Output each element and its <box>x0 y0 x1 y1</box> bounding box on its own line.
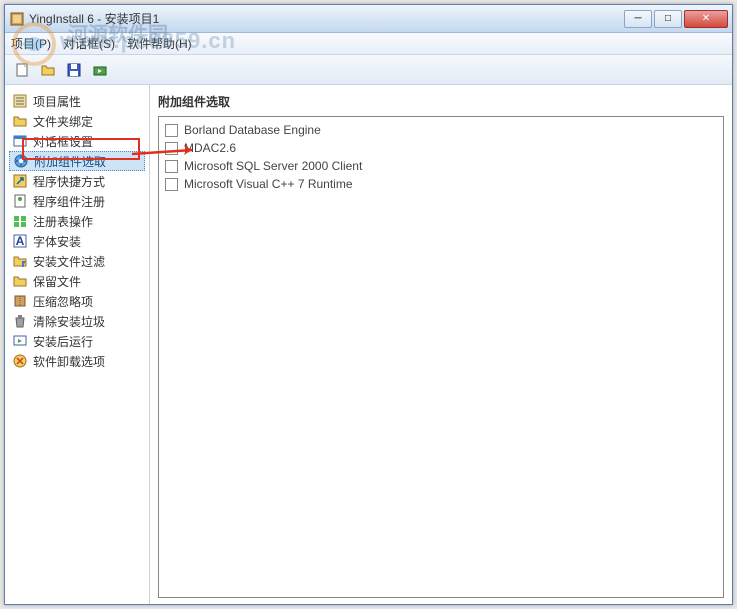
checkbox[interactable] <box>165 178 178 191</box>
build-button[interactable] <box>89 59 111 81</box>
keep-icon <box>12 273 28 289</box>
menu-dialog[interactable]: 对话框(S) <box>63 35 115 52</box>
filter-icon <box>12 253 28 269</box>
component-list: Borland Database Engine MDAC2.6 Microsof… <box>158 116 724 598</box>
sidebar-label: 保留文件 <box>33 273 81 290</box>
sidebar-item-properties[interactable]: 项目属性 <box>9 91 145 111</box>
compress-icon <box>12 293 28 309</box>
properties-icon <box>12 93 28 109</box>
shortcut-icon <box>12 173 28 189</box>
sidebar-label: 安装文件过滤 <box>33 253 105 270</box>
content-area: 项目属性 文件夹绑定 对话框设置 附加组件选取 程序快捷方式 程序组件注册 <box>5 85 732 604</box>
minimize-button[interactable]: ─ <box>624 10 652 28</box>
app-window: YingInstall 6 - 安装项目1 ─ □ ✕ 项目(P) 对话框(S)… <box>4 4 733 605</box>
clean-icon <box>12 313 28 329</box>
sidebar-label: 程序快捷方式 <box>33 173 105 190</box>
sidebar-label: 注册表操作 <box>33 213 93 230</box>
menubar: 项目(P) 对话框(S) 软件帮助(H) <box>5 33 732 55</box>
sidebar-item-shortcut[interactable]: 程序快捷方式 <box>9 171 145 191</box>
sidebar-label: 对话框设置 <box>33 133 93 150</box>
close-button[interactable]: ✕ <box>684 10 728 28</box>
component-icon <box>13 153 29 169</box>
list-item[interactable]: Microsoft SQL Server 2000 Client <box>165 157 717 175</box>
sidebar-item-register[interactable]: 程序组件注册 <box>9 191 145 211</box>
sidebar-item-components[interactable]: 附加组件选取 <box>9 151 145 171</box>
register-icon <box>12 193 28 209</box>
app-icon <box>9 11 25 27</box>
font-icon: A <box>12 233 28 249</box>
svg-text:A: A <box>16 234 25 248</box>
sidebar-item-compress[interactable]: 压缩忽略项 <box>9 291 145 311</box>
sidebar-label: 字体安装 <box>33 233 81 250</box>
maximize-button[interactable]: □ <box>654 10 682 28</box>
sidebar-label: 项目属性 <box>33 93 81 110</box>
uninstall-icon <box>12 353 28 369</box>
window-title: YingInstall 6 - 安装项目1 <box>29 10 624 27</box>
list-item[interactable]: MDAC2.6 <box>165 139 717 157</box>
save-button[interactable] <box>63 59 85 81</box>
sidebar-label: 文件夹绑定 <box>33 113 93 130</box>
sidebar-item-dialog[interactable]: 对话框设置 <box>9 131 145 151</box>
sidebar-label: 安装后运行 <box>33 333 93 350</box>
sidebar-label: 程序组件注册 <box>33 193 105 210</box>
list-item[interactable]: Borland Database Engine <box>165 121 717 139</box>
sidebar-item-keep[interactable]: 保留文件 <box>9 271 145 291</box>
sidebar: 项目属性 文件夹绑定 对话框设置 附加组件选取 程序快捷方式 程序组件注册 <box>5 85 150 604</box>
component-label: Microsoft SQL Server 2000 Client <box>184 159 362 173</box>
folder-icon <box>12 113 28 129</box>
open-button[interactable] <box>37 59 59 81</box>
component-label: MDAC2.6 <box>184 141 236 155</box>
titlebar[interactable]: YingInstall 6 - 安装项目1 ─ □ ✕ <box>5 5 732 33</box>
registry-icon <box>12 213 28 229</box>
window-controls: ─ □ ✕ <box>624 10 728 28</box>
panel-title: 附加组件选取 <box>158 91 724 116</box>
list-item[interactable]: Microsoft Visual C++ 7 Runtime <box>165 175 717 193</box>
sidebar-label: 软件卸载选项 <box>33 353 105 370</box>
sidebar-item-folder[interactable]: 文件夹绑定 <box>9 111 145 131</box>
checkbox[interactable] <box>165 142 178 155</box>
new-button[interactable] <box>11 59 33 81</box>
checkbox[interactable] <box>165 160 178 173</box>
sidebar-item-filter[interactable]: 安装文件过滤 <box>9 251 145 271</box>
sidebar-label: 附加组件选取 <box>34 153 106 170</box>
component-label: Borland Database Engine <box>184 123 321 137</box>
dialog-icon <box>12 133 28 149</box>
checkbox[interactable] <box>165 124 178 137</box>
sidebar-label: 压缩忽略项 <box>33 293 93 310</box>
main-panel: 附加组件选取 Borland Database Engine MDAC2.6 M… <box>150 85 732 604</box>
menu-help[interactable]: 软件帮助(H) <box>127 35 192 52</box>
menu-project[interactable]: 项目(P) <box>11 35 51 52</box>
toolbar <box>5 55 732 85</box>
sidebar-item-run[interactable]: 安装后运行 <box>9 331 145 351</box>
sidebar-item-uninstall[interactable]: 软件卸载选项 <box>9 351 145 371</box>
sidebar-label: 清除安装垃圾 <box>33 313 105 330</box>
component-label: Microsoft Visual C++ 7 Runtime <box>184 177 353 191</box>
run-icon <box>12 333 28 349</box>
sidebar-item-font[interactable]: A 字体安装 <box>9 231 145 251</box>
sidebar-item-registry[interactable]: 注册表操作 <box>9 211 145 231</box>
sidebar-item-clean[interactable]: 清除安装垃圾 <box>9 311 145 331</box>
